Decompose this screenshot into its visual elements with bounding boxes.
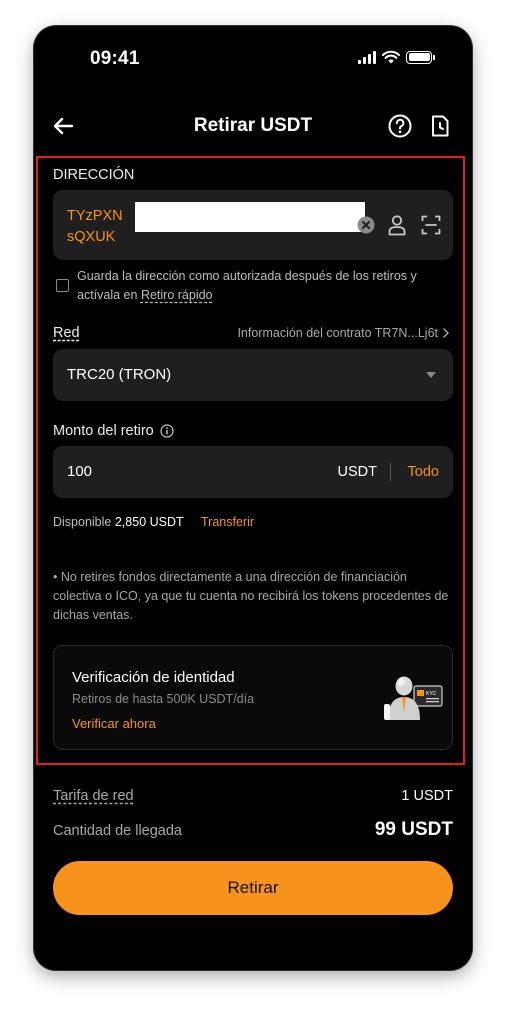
quick-withdraw-link[interactable]: Retiro rápido: [141, 288, 213, 302]
contract-info-link[interactable]: Información del contrato TR7N...Lj6t: [237, 326, 450, 340]
history-icon[interactable]: [426, 112, 454, 140]
fee-value: 1 USDT: [401, 788, 453, 804]
clear-icon[interactable]: [357, 216, 375, 234]
kyc-illustration-icon: KYC: [384, 676, 443, 720]
arrival-amount-label: Cantidad de llegada: [53, 823, 182, 839]
verify-now-link[interactable]: Verificar ahora: [72, 716, 156, 731]
withdraw-button[interactable]: Retirar: [53, 861, 453, 915]
signal-icon: [358, 50, 376, 64]
available-balance: Disponible 2,850 USDT: [53, 515, 184, 529]
save-address-text: Guarda la dirección como autorizada desp…: [77, 269, 417, 302]
network-select[interactable]: TRC20 (TRON): [53, 349, 453, 401]
scan-icon[interactable]: [421, 215, 441, 235]
address-field[interactable]: TYzPXN sQXUK: [53, 190, 453, 260]
amount-unit: USDT: [337, 464, 377, 480]
address-label: DIRECCIÓN: [53, 167, 135, 183]
transfer-link[interactable]: Transferir: [201, 515, 254, 529]
amount-field[interactable]: USDT Todo: [53, 446, 453, 498]
network-label: Red: [53, 325, 80, 341]
help-icon[interactable]: [386, 112, 414, 140]
address-value: TYzPXN sQXUK: [67, 208, 123, 245]
amount-input[interactable]: [67, 463, 247, 480]
redaction-box: [135, 202, 365, 232]
status-bar: 09:41: [34, 26, 472, 90]
max-amount-button[interactable]: Todo: [408, 464, 439, 480]
info-icon[interactable]: [160, 424, 174, 438]
phone-frame: 09:41 Retirar USDT DIRECCIÓN TYzPXN sQXU…: [34, 26, 472, 970]
address-book-icon[interactable]: [387, 214, 407, 236]
fee-label: Tarifa de red: [53, 788, 134, 804]
network-value: TRC20 (TRON): [67, 366, 172, 383]
arrival-amount-value: 99 USDT: [374, 819, 453, 840]
verification-title: Verificación de identidad: [72, 669, 235, 686]
svg-text:KYC: KYC: [426, 691, 437, 697]
save-address-checkbox[interactable]: [56, 279, 69, 292]
status-time: 09:41: [90, 48, 140, 69]
amount-divider: [390, 463, 391, 481]
battery-icon: [406, 50, 435, 64]
amount-label: Monto del retiro: [53, 423, 174, 439]
header: Retirar USDT: [34, 106, 472, 150]
identity-verification-card[interactable]: Verificación de identidad Retiros de has…: [53, 645, 453, 750]
dropdown-caret-icon: [426, 372, 436, 378]
verification-subtitle: Retiros de hasta 500K USDT/día: [72, 692, 255, 706]
withdraw-notice: • No retires fondos directamente a una d…: [53, 570, 449, 622]
wifi-icon: [382, 50, 400, 64]
status-icons: [358, 50, 435, 64]
chevron-right-icon: [443, 328, 449, 338]
